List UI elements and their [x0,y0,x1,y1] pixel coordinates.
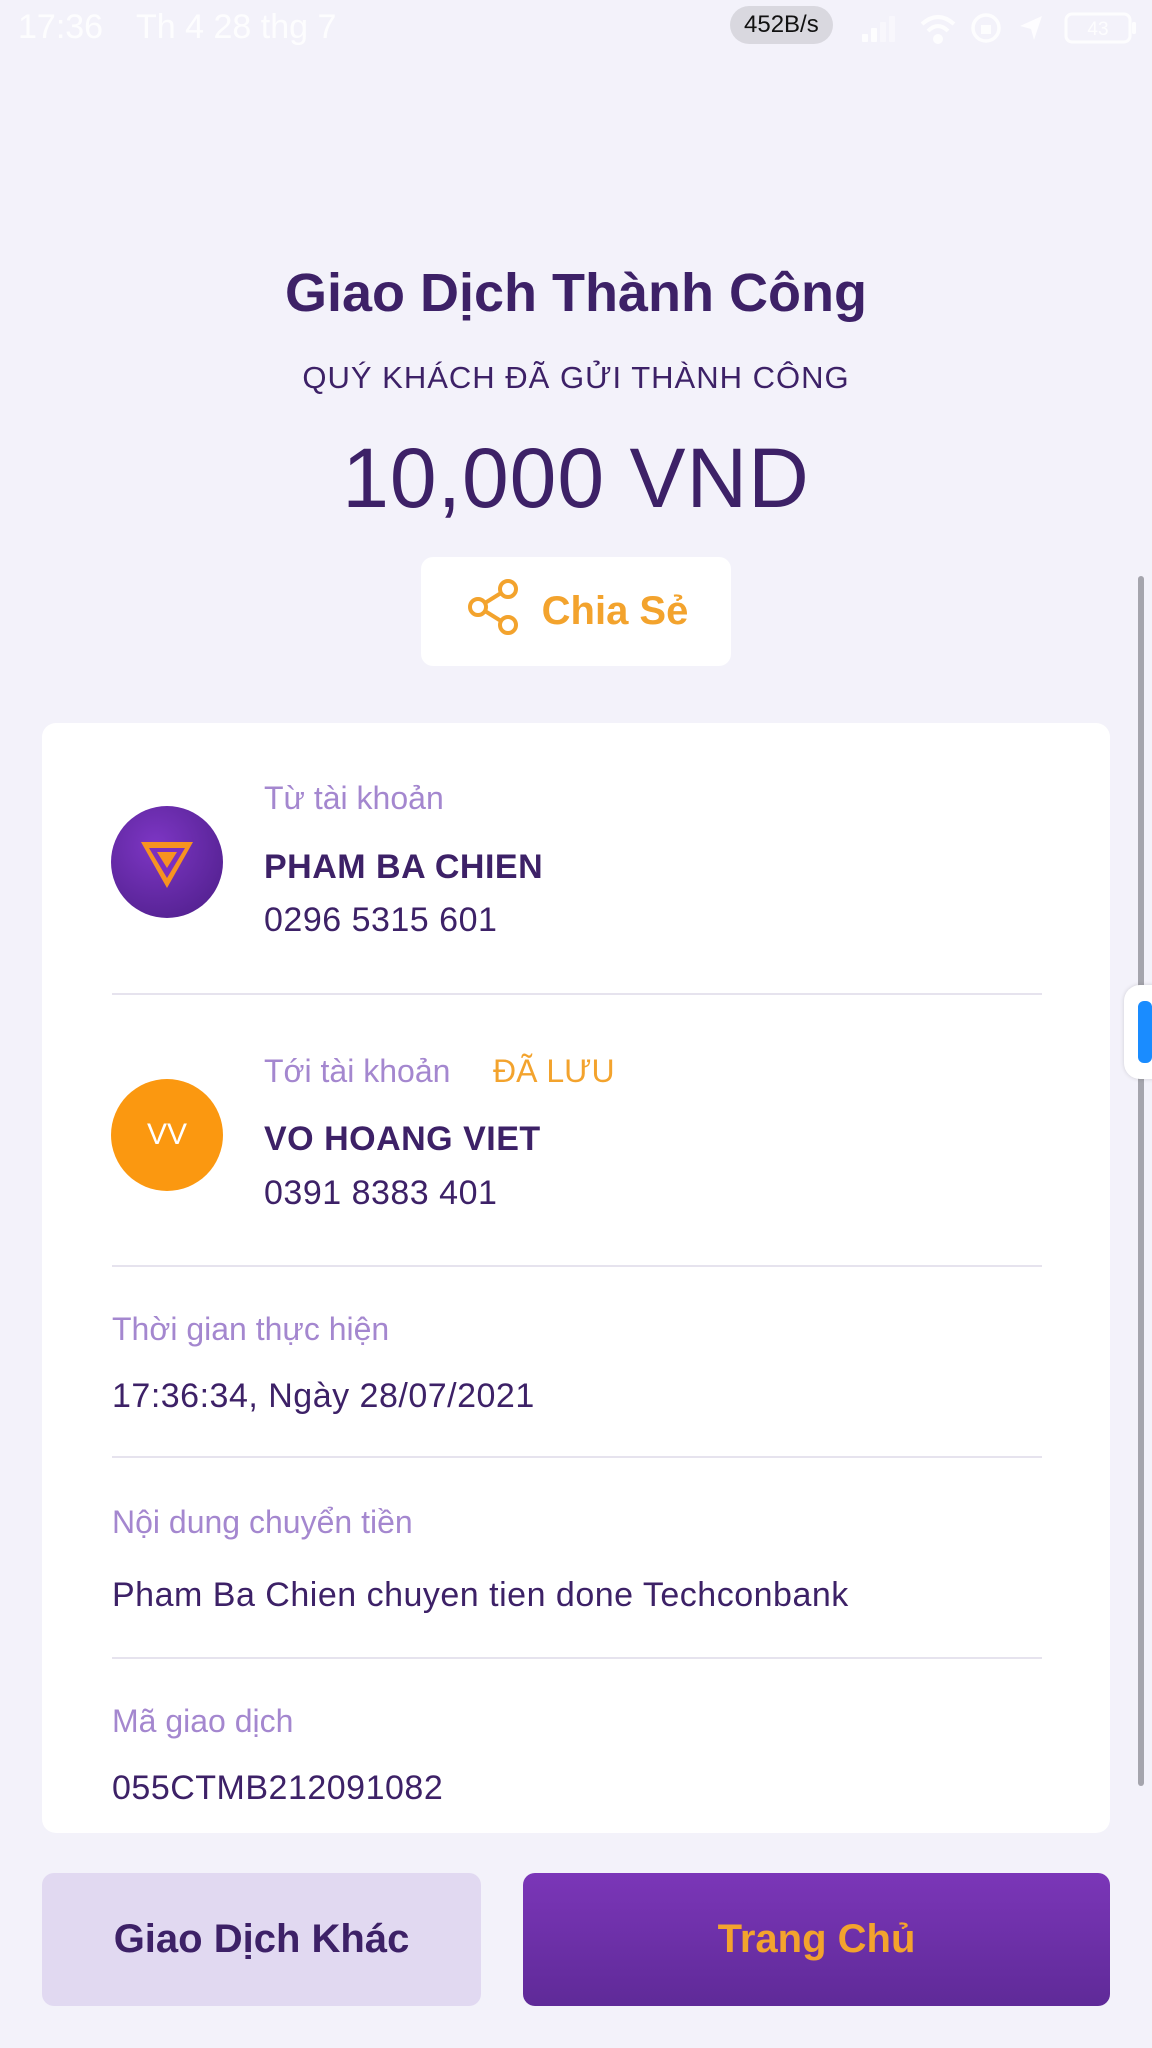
share-icon [464,577,524,647]
network-speed-badge: 452B/s [730,6,833,44]
to-account-name: VO HOANG VIET [264,1120,541,1158]
time-label: Thời gian thực hiện [112,1311,390,1347]
bank-logo-icon [141,842,193,888]
transfer-amount: 10,000 VND [342,431,810,525]
share-button[interactable]: Chia Sẻ [421,557,731,666]
recipient-avatar: VV [111,1079,223,1191]
from-account-number: 0296 5315 601 [264,901,498,939]
transaction-code-value: 055CTMB212091082 [112,1769,444,1807]
content-value: Pham Ba Chien chuyen tien done Techconba… [112,1576,849,1614]
divider [112,993,1042,995]
signal-icon [862,16,895,42]
battery-icon: 43 [1064,12,1136,44]
status-date: Th 4 28 thg 7 [136,8,337,46]
orientation-lock-icon [971,13,1001,43]
from-account-name: PHAM BA CHIEN [264,848,544,886]
status-time: 17:36 [18,8,104,46]
time-value: 17:36:34, Ngày 28/07/2021 [112,1377,535,1415]
to-account-label: Tới tài khoản [264,1053,451,1089]
transaction-details-card: Từ tài khoản PHAM BA CHIEN 0296 5315 601… [42,723,1110,1833]
status-bar: 17:36 Th 4 28 thg 7 452B/s 43 [0,0,1152,56]
location-icon [1020,16,1042,40]
divider [112,1265,1042,1267]
home-button[interactable]: Trang Chủ [523,1873,1110,2006]
battery-level: 43 [1087,19,1108,40]
content-label: Nội dung chuyển tiền [112,1504,413,1540]
wifi-icon [920,15,956,44]
from-account-label: Từ tài khoản [264,780,444,816]
success-subtitle: QUÝ KHÁCH ĐÃ GỬI THÀNH CÔNG [302,360,850,395]
saved-badge: ĐÃ LƯU [493,1053,615,1089]
transaction-code-label: Mã giao dịch [112,1703,294,1739]
bank-logo-avatar [111,806,223,918]
side-panel-handle[interactable] [1124,985,1152,1079]
page-title: Giao Dịch Thành Công [285,263,867,323]
divider [112,1657,1042,1659]
status-icons: 43 [860,10,1145,46]
divider [112,1456,1042,1458]
share-label: Chia Sẻ [541,589,689,633]
other-transaction-button[interactable]: Giao Dịch Khác [42,1873,481,2006]
scrollbar[interactable] [1138,576,1144,1786]
to-account-number: 0391 8383 401 [264,1174,498,1212]
